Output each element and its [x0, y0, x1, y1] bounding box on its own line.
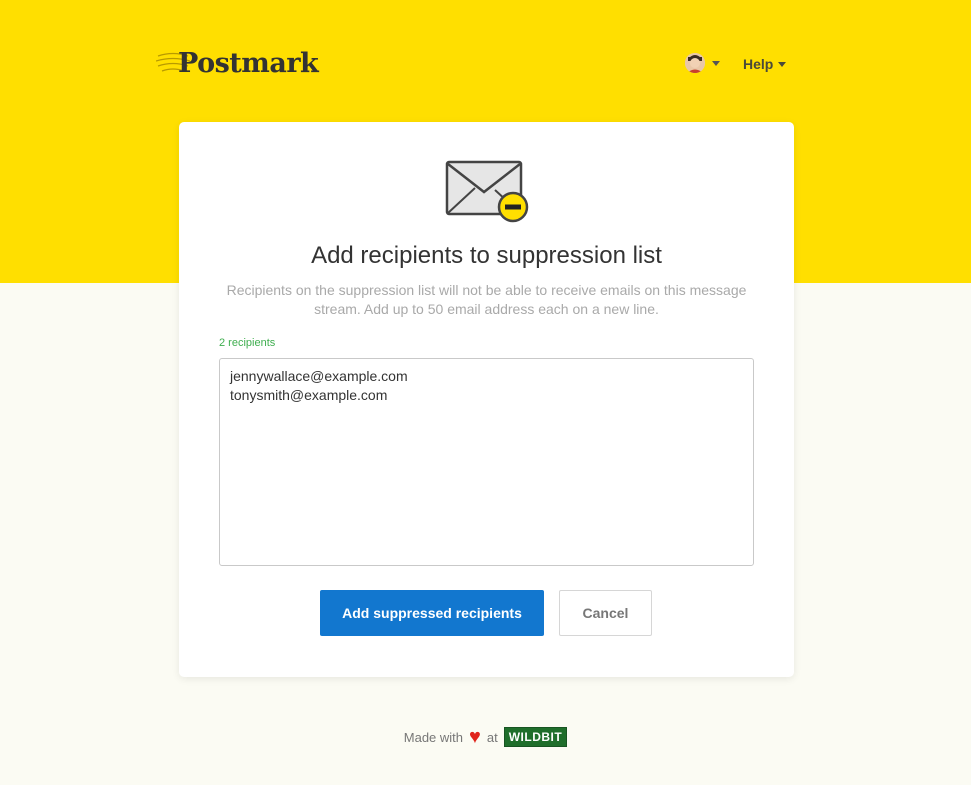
logo-text: Postmark	[178, 47, 319, 79]
help-label: Help	[743, 56, 774, 72]
heart-icon: ♥	[469, 726, 481, 748]
cancel-button[interactable]: Cancel	[559, 590, 652, 636]
page-title: Add recipients to suppression list	[311, 242, 662, 269]
account-menu[interactable]	[685, 53, 720, 73]
recipient-count: 2 recipients	[219, 337, 276, 349]
envelope-minus-icon	[445, 160, 529, 223]
user-avatar	[685, 53, 705, 73]
chevron-down-icon	[712, 60, 720, 66]
postmark-logo[interactable]: Postmark	[156, 46, 319, 80]
wildbit-logo[interactable]: WILDBIT	[503, 727, 568, 747]
chevron-down-icon	[778, 61, 787, 67]
footer-at: at	[486, 729, 498, 745]
add-suppressed-recipients-button[interactable]: Add suppressed recipients	[320, 590, 544, 636]
page-description: Recipients on the suppression list will …	[226, 282, 747, 317]
suppression-card: Add recipients to suppression list Recip…	[179, 122, 794, 677]
help-menu[interactable]: Help	[743, 56, 787, 72]
recipients-input[interactable]	[219, 358, 754, 566]
footer-made-with: Made with	[403, 729, 464, 745]
footer: Made with ♥ at WILDBIT	[0, 727, 971, 747]
header: Postmark Help	[0, 0, 971, 120]
